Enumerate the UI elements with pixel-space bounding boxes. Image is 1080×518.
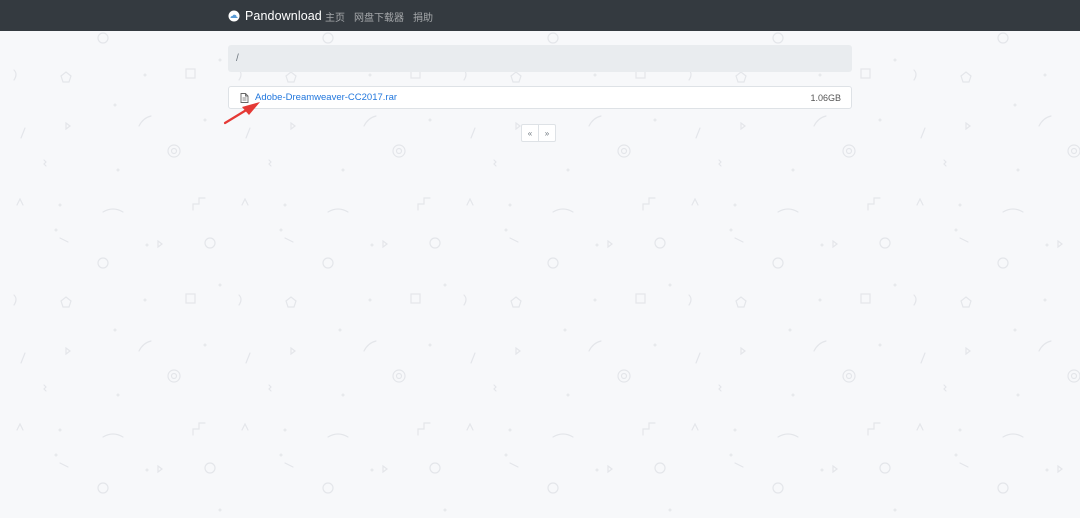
brand-link[interactable]: Pandownload xyxy=(227,7,322,25)
cloud-icon xyxy=(228,10,240,22)
file-size: 1.06GB xyxy=(810,92,841,103)
brand-name: Pandownload xyxy=(245,9,322,23)
file-row[interactable]: Adobe-Dreamweaver-CC2017.rar 1.06GB xyxy=(229,87,851,108)
background-pattern xyxy=(0,0,1080,518)
nav-link-donate[interactable]: 捐助 xyxy=(413,9,433,24)
file-name-link[interactable]: Adobe-Dreamweaver-CC2017.rar xyxy=(255,92,397,103)
prev-page-button[interactable]: « xyxy=(521,124,539,142)
navbar: Pandownload 主页 网盘下载器 捐助 xyxy=(0,0,1080,31)
pagination: « » xyxy=(521,124,556,142)
breadcrumb-root[interactable]: / xyxy=(236,53,239,64)
nav-link-home[interactable]: 主页 xyxy=(325,9,345,24)
breadcrumb: / xyxy=(228,45,852,72)
annotation-arrow-icon xyxy=(223,102,260,125)
nav-link-downloader[interactable]: 网盘下载器 xyxy=(354,9,404,24)
next-page-button[interactable]: » xyxy=(538,124,556,142)
nav-links: 主页 网盘下载器 捐助 xyxy=(325,9,433,24)
file-list: Adobe-Dreamweaver-CC2017.rar 1.06GB xyxy=(228,86,852,109)
